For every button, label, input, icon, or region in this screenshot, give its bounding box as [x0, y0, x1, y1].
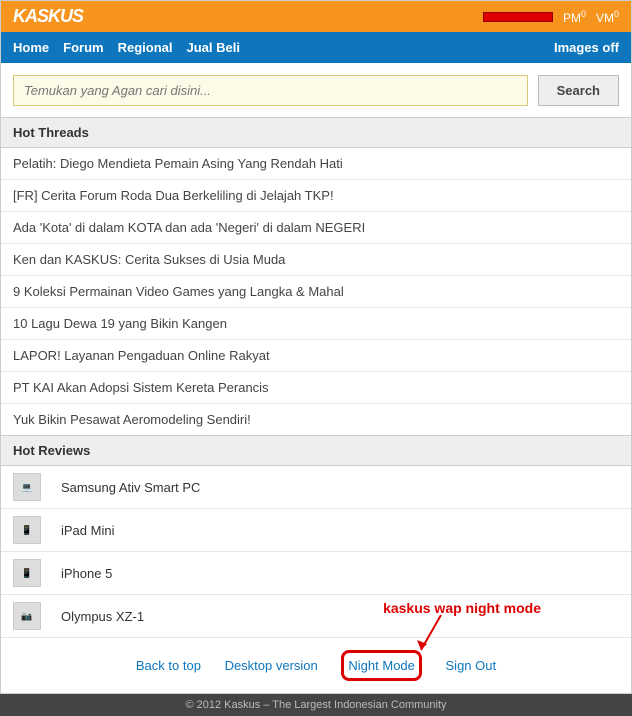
search-button[interactable]: Search	[538, 75, 619, 106]
images-off-toggle[interactable]: Images off	[554, 40, 619, 55]
review-thumb-icon: 💻	[13, 473, 41, 501]
pm-label: PM	[563, 11, 581, 25]
review-item[interactable]: 📱 iPhone 5	[1, 552, 631, 595]
thread-item[interactable]: Yuk Bikin Pesawat Aeromodeling Sendiri!	[1, 404, 631, 436]
nav-bar: Home Forum Regional Jual Beli Images off	[0, 32, 632, 63]
thread-item[interactable]: 10 Lagu Dewa 19 yang Bikin Kangen	[1, 308, 631, 340]
nav-left: Home Forum Regional Jual Beli	[13, 40, 240, 55]
thread-item[interactable]: LAPOR! Layanan Pengaduan Online Rakyat	[1, 340, 631, 372]
search-input[interactable]	[13, 75, 528, 106]
thread-item[interactable]: [FR] Cerita Forum Roda Dua Berkeliling d…	[1, 180, 631, 212]
hot-reviews-header: Hot Reviews	[0, 435, 632, 466]
thread-item[interactable]: PT KAI Akan Adopsi Sistem Kereta Peranci…	[1, 372, 631, 404]
annotation-text: kaskus wap night mode	[383, 600, 541, 616]
review-thumb-icon: 📷	[13, 602, 41, 630]
thread-item[interactable]: Ada 'Kota' di dalam KOTA dan ada 'Negeri…	[1, 212, 631, 244]
night-mode-link[interactable]: Night Mode	[341, 650, 421, 681]
nav-jualbeli[interactable]: Jual Beli	[186, 40, 239, 55]
hot-threads-list: Pelatih: Diego Mendieta Pemain Asing Yan…	[0, 148, 632, 436]
annotation-arrow-icon	[411, 610, 451, 660]
review-item[interactable]: 💻 Samsung Ativ Smart PC	[1, 466, 631, 509]
vm-indicator[interactable]: VM0	[596, 9, 619, 25]
nav-home[interactable]: Home	[13, 40, 49, 55]
review-label: iPad Mini	[61, 523, 114, 538]
review-label: iPhone 5	[61, 566, 112, 581]
pm-count: 0	[581, 9, 586, 19]
review-label: Samsung Ativ Smart PC	[61, 480, 200, 495]
sign-out-link[interactable]: Sign Out	[446, 658, 497, 673]
back-to-top-link[interactable]: Back to top	[136, 658, 201, 673]
review-thumb-icon: 📱	[13, 516, 41, 544]
thread-item[interactable]: Pelatih: Diego Mendieta Pemain Asing Yan…	[1, 148, 631, 180]
header-top: KASKUS PM0 VM0	[0, 0, 632, 32]
search-row: Search	[0, 63, 632, 118]
desktop-version-link[interactable]: Desktop version	[225, 658, 318, 673]
thread-item[interactable]: Ken dan KASKUS: Cerita Sukses di Usia Mu…	[1, 244, 631, 276]
review-item[interactable]: 📱 iPad Mini	[1, 509, 631, 552]
username-redacted[interactable]	[483, 12, 553, 22]
review-thumb-icon: 📱	[13, 559, 41, 587]
pm-indicator[interactable]: PM0	[563, 9, 586, 25]
nav-regional[interactable]: Regional	[118, 40, 173, 55]
header-right: PM0 VM0	[483, 9, 619, 25]
review-label: Olympus XZ-1	[61, 609, 144, 624]
vm-label: VM	[596, 11, 614, 25]
vm-count: 0	[614, 9, 619, 19]
thread-item[interactable]: 9 Koleksi Permainan Video Games yang Lan…	[1, 276, 631, 308]
hot-threads-header: Hot Threads	[0, 117, 632, 148]
logo[interactable]: KASKUS	[13, 6, 83, 27]
footer-links: kaskus wap night mode Back to top Deskto…	[0, 638, 632, 694]
copyright: © 2012 Kaskus – The Largest Indonesian C…	[0, 694, 632, 716]
nav-forum[interactable]: Forum	[63, 40, 103, 55]
